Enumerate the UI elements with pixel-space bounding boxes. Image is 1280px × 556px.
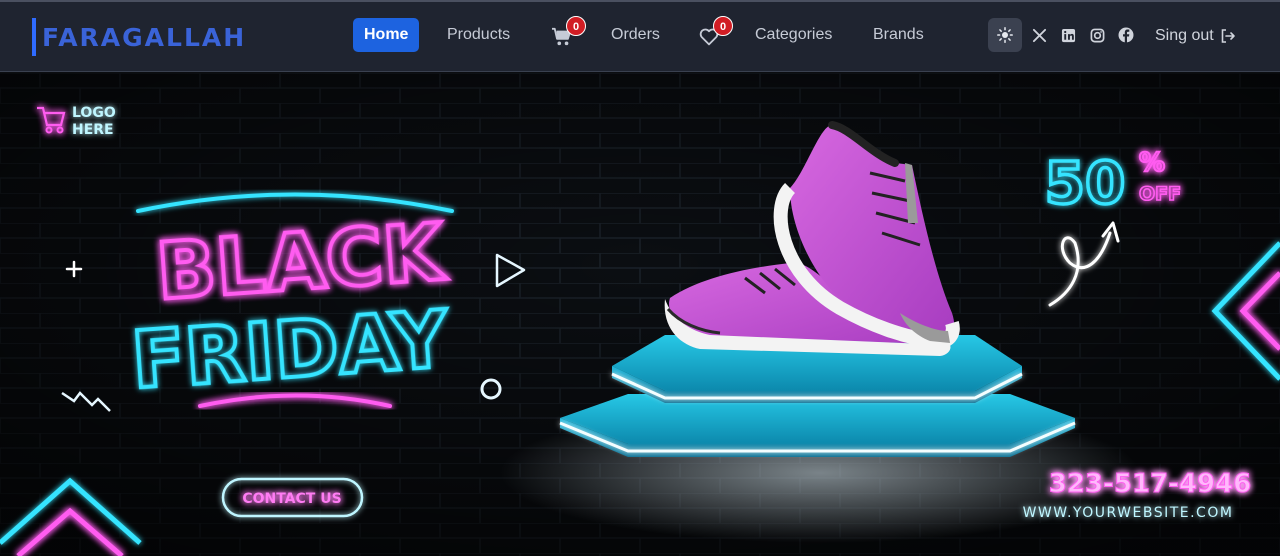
top-border xyxy=(0,0,1280,2)
cart-count-badge: 0 xyxy=(566,16,586,36)
instagram-social-link[interactable] xyxy=(1088,26,1106,44)
nav-brands[interactable]: Brands xyxy=(862,18,935,52)
podium xyxy=(559,335,1076,457)
x-social-link[interactable] xyxy=(1030,26,1048,44)
discount-off: OFF xyxy=(1139,183,1181,205)
wishlist-count-badge: 0 xyxy=(713,16,733,36)
phone-number: 323-517-4946 xyxy=(1049,469,1252,499)
nav-categories[interactable]: Categories xyxy=(744,18,843,52)
signout-icon xyxy=(1221,29,1235,43)
brand-logo[interactable]: FARAGALLAH xyxy=(32,17,246,57)
facebook-social-link[interactable] xyxy=(1117,26,1135,44)
sun-icon xyxy=(997,27,1013,43)
nav-orders[interactable]: Orders xyxy=(600,18,671,52)
nav-home[interactable]: Home xyxy=(353,18,420,52)
brand-name[interactable]: FARAGALLAH xyxy=(42,23,246,52)
facebook-icon xyxy=(1118,27,1134,43)
logo-line-2: HERE xyxy=(72,122,114,138)
banner-artwork: LOGO HERE BLACK FRIDAY CONTACT US 50 % O… xyxy=(0,73,1280,556)
linkedin-social-link[interactable] xyxy=(1059,26,1077,44)
website-url: WWW.YOURWEBSITE.COM xyxy=(1023,505,1234,521)
contact-us-label: CONTACT US xyxy=(242,491,341,507)
navbar: FARAGALLAH Home Products 0 Orders 0 Cate… xyxy=(0,0,1280,72)
brand-accent-bar xyxy=(32,18,36,56)
x-icon xyxy=(1032,28,1046,42)
signout-link[interactable]: Sing out xyxy=(1155,24,1236,48)
nav-products[interactable]: Products xyxy=(436,18,521,52)
cart-link[interactable]: 0 xyxy=(550,16,586,54)
discount-number: 50 xyxy=(1045,149,1126,217)
theme-toggle-button[interactable] xyxy=(988,18,1022,52)
black-friday-banner: LOGO HERE BLACK FRIDAY CONTACT US 50 % O… xyxy=(0,73,1280,556)
discount-percent: % xyxy=(1139,148,1165,178)
instagram-icon xyxy=(1090,28,1104,42)
wishlist-link[interactable]: 0 xyxy=(697,16,733,54)
logo-line-1: LOGO xyxy=(72,105,116,121)
signout-label: Sing out xyxy=(1155,27,1214,44)
linkedin-icon xyxy=(1061,28,1075,42)
